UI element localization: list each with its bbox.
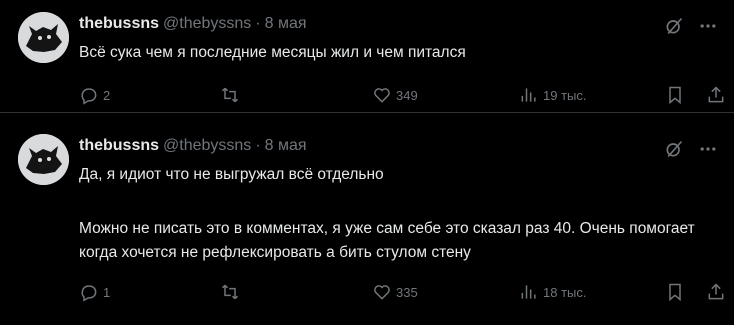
tweet-feed: thebussns @thebyssns · 8 мая Всё сука че… — [0, 0, 734, 325]
views-count: 18 тыс. — [543, 284, 587, 300]
views-button[interactable]: 18 тыс. — [519, 280, 586, 304]
like-button[interactable]: 335 — [372, 280, 418, 304]
like-icon — [374, 285, 390, 300]
tweet-top-actions — [662, 137, 720, 161]
more-icon[interactable] — [696, 137, 720, 161]
reply-count: 1 — [103, 284, 111, 300]
share-icon — [708, 283, 724, 300]
tweet-text-line: Да, я идиот что не выгружал всё отдельно — [79, 166, 384, 183]
repost-icon — [221, 87, 239, 103]
tweet-actions: 2 349 19 тыс. — [79, 83, 724, 107]
tweet[interactable]: thebussns @thebyssns · 8 мая Всё сука че… — [0, 0, 734, 112]
like-button[interactable]: 349 — [372, 83, 418, 107]
like-count: 349 — [396, 87, 418, 103]
reply-icon — [81, 88, 97, 105]
share-icon — [708, 86, 724, 103]
grok-icon[interactable] — [662, 137, 686, 161]
separator-dot: · — [255, 15, 261, 32]
tweet-text: Всё сука чем я последние месяцы жил и че… — [79, 44, 466, 61]
avatar[interactable] — [18, 134, 69, 185]
repost-icon — [221, 284, 239, 300]
author-name[interactable]: thebussns — [79, 15, 159, 33]
repost-button[interactable] — [220, 83, 244, 107]
tweet-text-paragraph: Можно не писать это в комментах, я уже с… — [79, 220, 695, 261]
avatar-image — [18, 12, 69, 63]
author-handle[interactable]: @thebyssns — [163, 15, 251, 33]
more-icon[interactable] — [696, 14, 720, 38]
views-button[interactable]: 19 тыс. — [519, 83, 586, 107]
views-icon — [521, 285, 536, 299]
share-button[interactable] — [706, 280, 730, 304]
separator-dot: · — [255, 137, 261, 154]
bookmark-button[interactable] — [665, 83, 689, 107]
views-count: 19 тыс. — [543, 87, 587, 103]
repost-button[interactable] — [220, 280, 244, 304]
like-icon — [374, 88, 390, 103]
timestamp[interactable]: 8 мая — [265, 137, 307, 155]
reply-icon — [81, 285, 97, 302]
share-button[interactable] — [706, 83, 730, 107]
author-handle[interactable]: @thebyssns — [163, 137, 251, 155]
bookmark-icon — [669, 283, 681, 302]
reply-count: 2 — [103, 87, 111, 103]
tweet[interactable]: thebussns @thebyssns · 8 мая Да, я идиот… — [0, 113, 734, 325]
author-name[interactable]: thebussns — [79, 137, 159, 155]
grok-icon[interactable] — [662, 14, 686, 38]
tweet-header: thebussns @thebyssns · 8 мая — [79, 135, 307, 157]
like-count: 335 — [396, 284, 418, 300]
avatar[interactable] — [18, 12, 69, 63]
reply-button[interactable]: 1 — [79, 280, 110, 304]
tweet-top-actions — [662, 14, 720, 38]
timestamp[interactable]: 8 мая — [265, 15, 307, 33]
views-icon — [521, 88, 536, 102]
tweet-header: thebussns @thebyssns · 8 мая — [79, 13, 307, 35]
bookmark-icon — [669, 86, 681, 105]
tweet-actions: 1 335 18 тыс. — [79, 280, 724, 304]
bookmark-button[interactable] — [665, 280, 689, 304]
avatar-image — [18, 134, 69, 185]
reply-button[interactable]: 2 — [79, 83, 110, 107]
